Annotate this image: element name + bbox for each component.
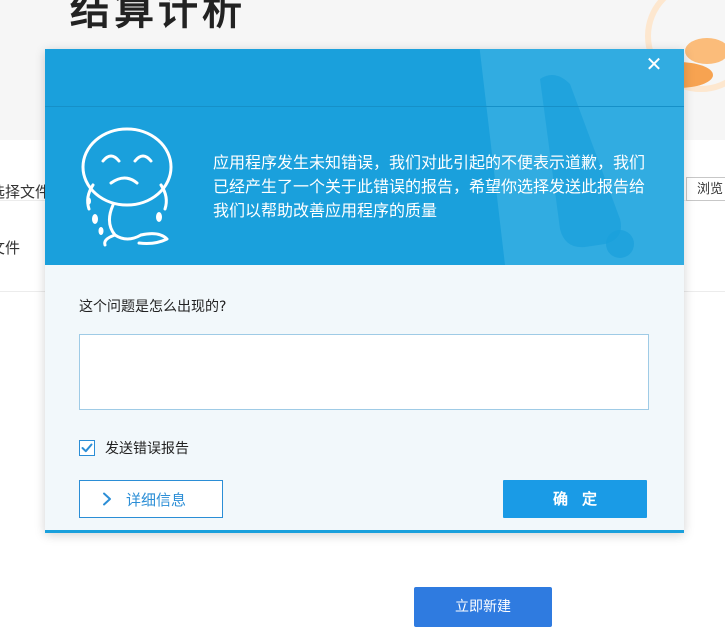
dialog-titlebar — [45, 49, 684, 107]
send-report-checkbox-row[interactable]: 发送错误报告 — [79, 438, 189, 458]
crying-face-icon — [81, 127, 173, 247]
send-report-label: 发送错误报告 — [105, 441, 189, 457]
problem-description-input[interactable] — [79, 334, 649, 410]
details-button[interactable]: 详细信息 — [79, 480, 223, 518]
dialog-header: ✕ 应用程序发生未知错误，我们对此引起的不便表示道歉，我们已经产生了一个关于此错… — [45, 49, 684, 265]
error-report-dialog: ✕ 应用程序发生未知错误，我们对此引起的不便表示道歉，我们已经产生了一个关于此错… — [45, 49, 684, 533]
dialog-bottom-border — [45, 530, 684, 533]
browse-button[interactable]: 浏览 — [686, 177, 725, 201]
checkmark-icon — [81, 443, 93, 453]
question-label: 这个问题是怎么出现的? — [79, 299, 227, 315]
file-select-label: 选择文件 — [0, 183, 51, 201]
error-message: 应用程序发生未知错误，我们对此引起的不便表示道歉，我们已经产生了一个关于此错误的… — [213, 153, 646, 220]
details-button-label: 详细信息 — [126, 490, 187, 509]
chevron-right-icon — [103, 492, 111, 506]
close-icon[interactable]: ✕ — [642, 52, 666, 76]
create-now-button[interactable]: 立即新建 — [414, 587, 552, 627]
send-report-checkbox[interactable] — [79, 440, 95, 456]
page-title: 结算计析 — [70, 0, 246, 34]
ok-button[interactable]: 确定 — [503, 480, 647, 518]
file-label: 文件 — [0, 239, 21, 257]
